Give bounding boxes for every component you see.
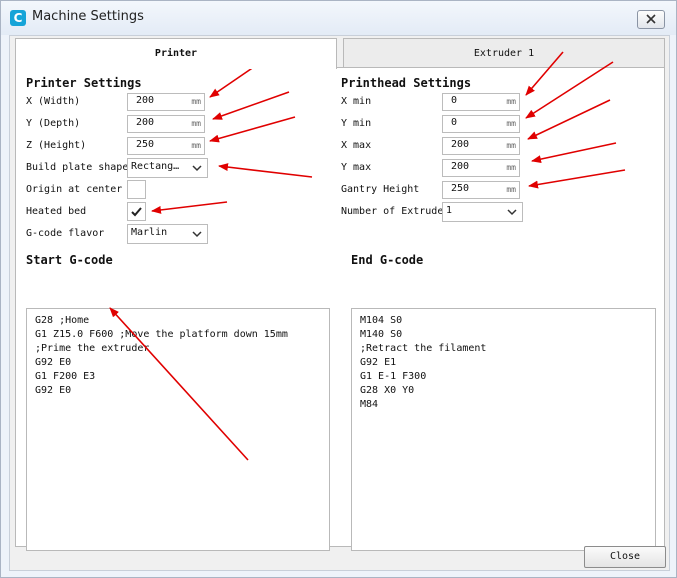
y-max-unit: mm	[506, 163, 516, 172]
z-height-input[interactable]: 250 mm	[127, 137, 205, 155]
heated-bed-checkbox[interactable]	[127, 202, 146, 221]
gcode-line: G28 ;Home	[35, 315, 90, 326]
number-of-extruders-select[interactable]: 1	[442, 202, 523, 222]
printer-tab-panel: Printer Settings X (Width) 200 mm Y (Dep…	[15, 67, 665, 551]
origin-at-center-checkbox[interactable]	[127, 180, 146, 199]
chevron-down-icon	[192, 231, 202, 238]
number-of-extruders-label: Number of Extruders	[341, 206, 442, 217]
cura-app-icon: C	[10, 10, 26, 26]
printhead-settings-heading: Printhead Settings	[341, 76, 472, 90]
y-min-unit: mm	[506, 119, 516, 128]
z-height-label: Z (Height)	[26, 140, 87, 151]
gcode-line: G92 E1	[360, 357, 397, 368]
window-title: Machine Settings	[32, 9, 144, 24]
gcode-flavor-value: Marlin	[131, 227, 168, 238]
x-width-unit: mm	[191, 97, 201, 106]
y-depth-input[interactable]: 200 mm	[127, 115, 205, 133]
x-width-input[interactable]: 200 mm	[127, 93, 205, 111]
start-gcode-editor[interactable]: G28 ;Home G1 Z15.0 F600 ;Move the platfo…	[26, 308, 330, 551]
y-min-label: Y min	[341, 118, 372, 129]
printer-settings-heading: Printer Settings	[26, 76, 142, 90]
tab-extruder-1[interactable]: Extruder 1	[343, 38, 665, 69]
x-min-unit: mm	[506, 97, 516, 106]
gcode-line: G1 F200 E3	[35, 371, 96, 382]
gcode-line: G92 E0	[35, 385, 72, 396]
machine-settings-window: C Machine Settings Printer Extruder 1 Pr…	[0, 0, 677, 578]
gcode-line: M104 S0	[360, 315, 403, 326]
gcode-line: M140 S0	[360, 329, 403, 340]
number-of-extruders-value: 1	[446, 205, 453, 216]
y-max-input[interactable]: 200 mm	[442, 159, 520, 177]
x-width-value: 200	[136, 95, 155, 106]
y-depth-unit: mm	[191, 119, 201, 128]
z-height-unit: mm	[191, 141, 201, 150]
y-max-value: 200	[451, 161, 470, 172]
gcode-line: G92 E0	[35, 357, 72, 368]
gcode-line: G1 E-1 F300	[360, 371, 427, 382]
x-max-unit: mm	[506, 141, 516, 150]
gcode-line: M84	[360, 399, 379, 410]
origin-at-center-label: Origin at center	[26, 184, 123, 195]
gantry-height-input[interactable]: 250 mm	[442, 181, 520, 199]
checkmark-icon	[131, 207, 142, 217]
build-plate-shape-select[interactable]: Rectang…	[127, 158, 208, 178]
dialog-content: Printer Extruder 1 Printer Settings X (W…	[9, 35, 670, 571]
gcode-line: G28 X0 Y0	[360, 385, 415, 396]
start-gcode-heading: Start G-code	[26, 253, 113, 267]
build-plate-shape-label: Build plate shape	[26, 162, 127, 173]
y-min-value: 0	[451, 117, 458, 128]
z-height-value: 250	[136, 139, 155, 150]
window-close-button[interactable]	[637, 10, 665, 29]
x-max-value: 200	[451, 139, 470, 150]
gantry-height-value: 250	[451, 183, 470, 194]
y-max-label: Y max	[341, 162, 372, 173]
gcode-line: ;Retract the filament	[360, 343, 487, 354]
x-max-input[interactable]: 200 mm	[442, 137, 520, 155]
close-button[interactable]: Close	[584, 546, 666, 568]
gantry-height-unit: mm	[506, 185, 516, 194]
gcode-line: G1 Z15.0 F600 ;Move the platform down 15…	[35, 329, 288, 340]
y-min-input[interactable]: 0 mm	[442, 115, 520, 133]
chevron-down-icon	[192, 165, 202, 172]
gantry-height-label: Gantry Height	[341, 184, 420, 195]
gcode-line: ;Prime the extruder	[35, 343, 150, 354]
x-max-label: X max	[341, 140, 372, 151]
gcode-flavor-label: G-code flavor	[26, 228, 105, 239]
gcode-flavor-select[interactable]: Marlin	[127, 224, 208, 244]
title-bar: C Machine Settings	[1, 1, 676, 35]
x-min-label: X min	[341, 96, 372, 107]
x-width-label: X (Width)	[26, 96, 81, 107]
end-gcode-editor[interactable]: M104 S0 M140 S0 ;Retract the filament G9…	[351, 308, 656, 551]
chevron-down-icon	[507, 209, 517, 216]
close-icon	[646, 14, 656, 24]
build-plate-shape-value: Rectang…	[131, 161, 180, 172]
y-depth-label: Y (Depth)	[26, 118, 81, 129]
tab-printer[interactable]: Printer	[15, 38, 337, 69]
heated-bed-label: Heated bed	[26, 206, 87, 217]
end-gcode-heading: End G-code	[351, 253, 424, 267]
x-min-value: 0	[451, 95, 458, 106]
y-depth-value: 200	[136, 117, 155, 128]
x-min-input[interactable]: 0 mm	[442, 93, 520, 111]
